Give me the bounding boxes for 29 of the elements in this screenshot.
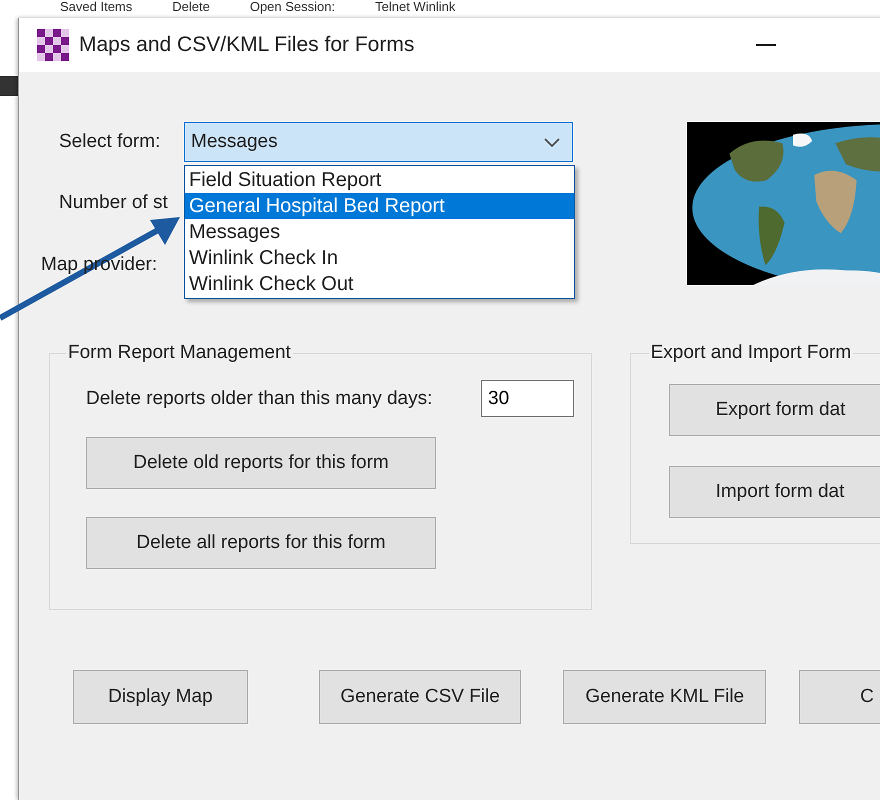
toolbar-text: Open Session: (250, 0, 336, 14)
toolbar-text: Saved Items (60, 0, 132, 14)
field-label: Delete reports older than this many days: (86, 388, 434, 410)
dropdown-option[interactable]: Field Situation Report (185, 167, 574, 193)
delete-button[interactable]: Delete old reports for this form (86, 437, 436, 489)
form-data-button[interactable]: Import form dat (668, 466, 880, 518)
dropdown-option[interactable]: General Hospital Bed Report (185, 193, 574, 219)
chevron-icon (544, 138, 560, 146)
dropdown-option[interactable]: Winlink Check Out (185, 271, 574, 297)
form-data-button[interactable]: Export form dat (668, 384, 880, 436)
group-title: Export and Import Form (650, 342, 852, 364)
window-title: Maps and CSV/KML Files for Forms (79, 33, 414, 57)
group-title: Form Report Management (67, 342, 292, 364)
delete-button[interactable]: Delete all reports for this form (86, 517, 436, 569)
toolbar-text: Telnet Winlink (375, 0, 456, 14)
field-label: Select form: (59, 131, 162, 153)
action-button[interactable]: Generate CSV File (318, 670, 522, 724)
action-button[interactable]: Generate KML File (563, 670, 766, 724)
form-dropdown[interactable]: Messages (184, 122, 573, 162)
toolbar-text: Delete (172, 0, 210, 14)
action-button[interactable]: C (799, 670, 880, 724)
dropdown-option[interactable]: Messages (185, 219, 574, 245)
checker-icon (37, 29, 69, 61)
background-bar (0, 76, 18, 96)
minimize-icon[interactable] (756, 44, 776, 46)
field-label: Number of st (59, 192, 168, 214)
dropdown-option[interactable]: Winlink Check In (185, 245, 574, 271)
days-input[interactable]: 30 (481, 380, 574, 417)
action-button[interactable]: Display Map (73, 670, 248, 724)
